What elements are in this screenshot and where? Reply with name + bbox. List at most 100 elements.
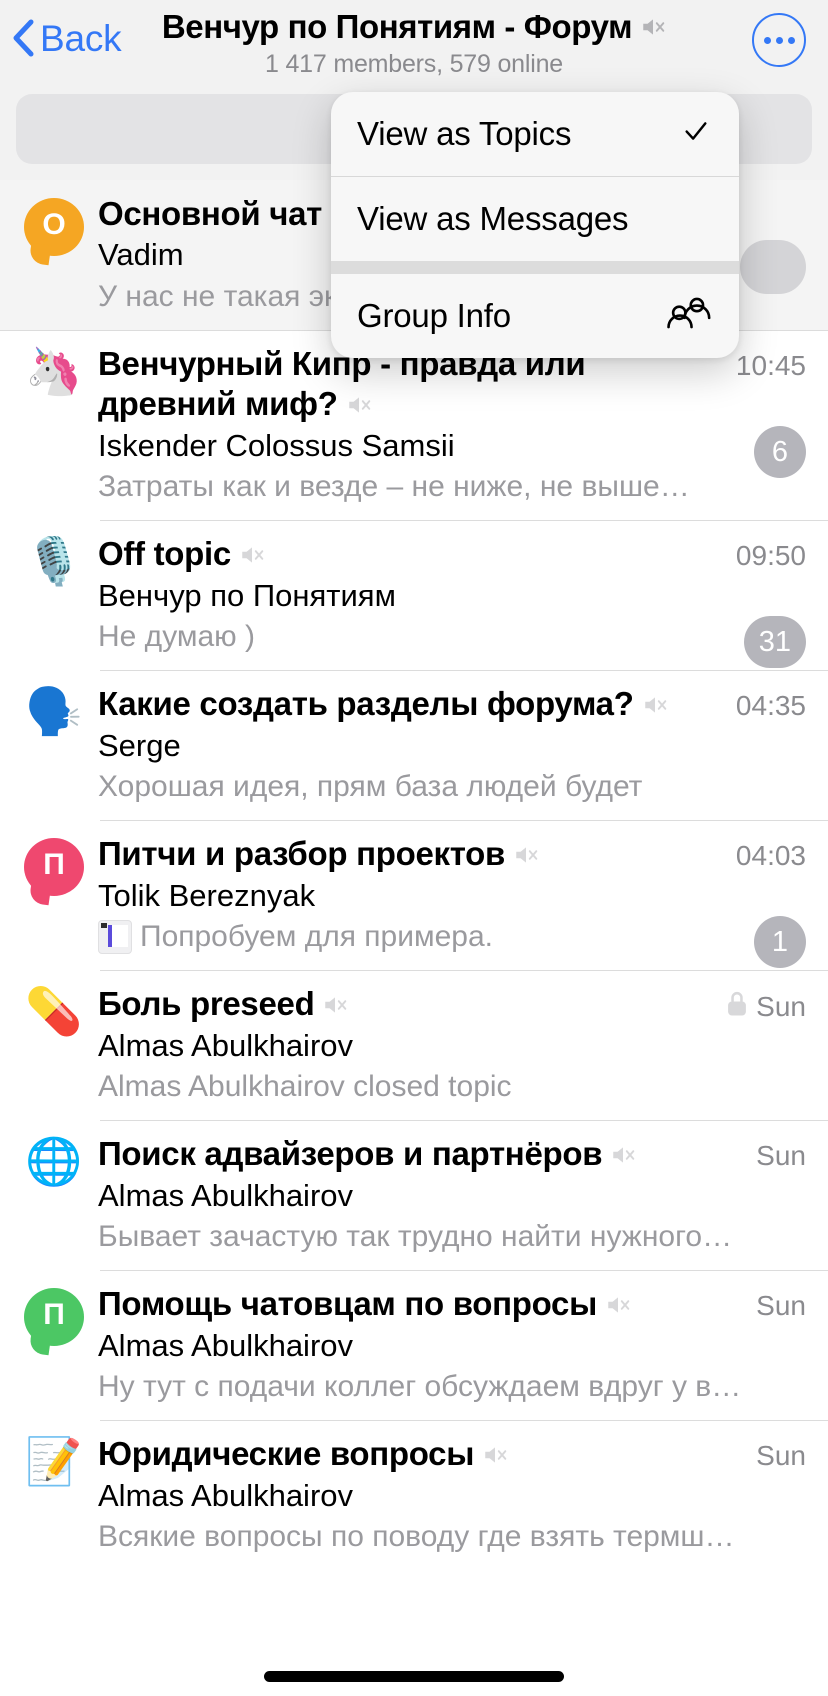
message-preview-row: Almas Abulkhairov closed topic [98, 1067, 806, 1106]
message-preview-row: Бывает зачастую так трудно найти нужного… [98, 1217, 806, 1256]
monogram-avatar: П [24, 1288, 84, 1347]
topic-body: Юридические вопросы Sun Almas Abulkhairov В… [90, 1434, 806, 1556]
topic-list: О Основной чат Vadim У нас не такая эк… 🦄 Вен… [0, 180, 828, 1571]
topic-body: Поиск адвайзеров и партнёров Sun Almas Abu… [90, 1134, 806, 1256]
timestamp: Sun [756, 1140, 806, 1172]
telegram-forum-screen: Back Венчур по Понятиям - Форум 1 417 me… [0, 0, 828, 1696]
unread-badge: 31 [743, 616, 806, 669]
topic-body: Венчурный Кипр - правда или древний миф?… [90, 344, 806, 506]
message-preview-row: Хорошая идея, прям база людей будет [98, 767, 806, 806]
message-preview-row: Попробуем для примера. [98, 917, 806, 956]
topic-row[interactable]: 🎙️ Off topic 09:50 Венчур по Понятиям Не дум… [0, 520, 828, 670]
avatar: 🌐 [18, 1134, 90, 1256]
mute-icon [605, 1292, 631, 1323]
timestamp: 04:03 [735, 840, 806, 872]
topic-row[interactable]: 💊 Боль preseed Sun Almas Abulkhairov Almas A… [0, 970, 828, 1120]
topic-row[interactable]: П Помощь чатовцам по вопросы Sun Almas Abul… [0, 1270, 828, 1420]
monogram-avatar: П [24, 838, 84, 897]
menu-item-label: View as Topics [357, 115, 572, 152]
back-button[interactable]: Back [0, 10, 122, 66]
topic-meta: Sun [711, 984, 806, 1023]
message-preview: Ну тут с подачи коллег обсуждаем вдруг у… [98, 1370, 742, 1404]
message-preview-row: Всякие вопросы по поводу где взять термш… [98, 1517, 806, 1556]
topic-title: Основной чат [98, 195, 323, 232]
menu-item-label: View as Messages [357, 200, 629, 237]
message-author: Венчур по Понятиям [98, 577, 396, 613]
topic-title-wrap: Боль preseed [98, 984, 711, 1024]
timestamp: 09:50 [735, 540, 806, 572]
topic-meta: 04:03 [722, 834, 806, 872]
avatar: 🦄 [18, 344, 90, 506]
menu-item-view-as-messages[interactable]: View as Messages [331, 177, 739, 261]
more-options-button[interactable] [752, 13, 806, 67]
message-preview: Бывает зачастую так трудно найти нужного… [98, 1220, 733, 1254]
message-preview-row: Ну тут с подачи коллег обсуждаем вдруг у… [98, 1367, 806, 1406]
topic-body: Питчи и разбор проектов 04:03 Tolik Berezn… [90, 834, 806, 956]
topic-title: Питчи и разбор проектов [98, 835, 505, 873]
emoji-avatar: 🦄 [25, 345, 83, 397]
topic-row[interactable]: П Питчи и разбор проектов 04:03 Tolik Berez… [0, 820, 828, 970]
menu-item-label: Group Info [357, 297, 511, 334]
emoji-avatar: 🎙️ [25, 535, 83, 588]
avatar: 🎙️ [18, 534, 90, 656]
check-icon [679, 117, 713, 151]
timestamp: Sun [756, 1440, 806, 1472]
mute-icon [640, 14, 666, 45]
topic-title-wrap: Юридические вопросы [98, 1434, 742, 1474]
topic-title-wrap: Какие создать разделы форума? [98, 684, 722, 724]
message-author: Almas Abulkhairov [98, 1327, 354, 1363]
menu-item-view-as-topics[interactable]: View as Topics [331, 92, 739, 176]
message-preview-row: Затраты как и везде – не ниже, не выше… [98, 467, 806, 506]
back-label: Back [40, 17, 122, 59]
topic-title: Поиск адвайзеров и партнёров [98, 1135, 603, 1173]
pinned-row-badge [740, 240, 806, 294]
message-preview: Всякие вопросы по поводу где взять термш… [98, 1520, 735, 1554]
menu-item-group-info[interactable]: Group Info [331, 274, 739, 358]
monogram-avatar: О [24, 198, 84, 256]
emoji-avatar: 🗣️ [25, 685, 83, 738]
ellipsis-dot [763, 36, 771, 44]
message-author: Almas Abulkhairov [98, 1027, 354, 1063]
message-preview: Almas Abulkhairov closed topic [98, 1070, 512, 1104]
avatar: П [18, 834, 90, 956]
message-author: Almas Abulkhairov [98, 1177, 354, 1213]
topic-body: Какие создать разделы форума? 04:35 Serge Х… [90, 684, 806, 806]
emoji-avatar: 💊 [25, 985, 83, 1038]
mute-icon [322, 992, 348, 1023]
avatar: 💊 [18, 984, 90, 1106]
topic-row[interactable]: 🗣️ Какие создать разделы форума? 04:35 Serg… [0, 670, 828, 820]
avatar-letter: О [42, 208, 66, 241]
topic-meta: 09:50 [722, 534, 806, 572]
topic-title-wrap: Поиск адвайзеров и партнёров [98, 1134, 742, 1174]
ellipsis-dot [787, 36, 795, 44]
topic-title: Юридические вопросы [98, 1435, 475, 1473]
avatar-letter: П [43, 848, 65, 882]
avatar-letter: П [43, 1298, 65, 1332]
timestamp: Sun [756, 1290, 806, 1322]
avatar: О [18, 194, 90, 316]
timestamp: 10:45 [735, 350, 806, 381]
attachment-thumbnail-icon [98, 919, 132, 954]
avatar: 🗣️ [18, 684, 90, 806]
message-preview: Попробуем для примера. [140, 920, 493, 954]
mute-icon [642, 692, 668, 723]
topic-row[interactable]: 📝 Юридические вопросы Sun Almas Abulkhairov… [0, 1420, 828, 1570]
message-author: Serge [98, 727, 181, 763]
emoji-avatar: 🌐 [25, 1135, 83, 1188]
topic-title-wrap: Помощь чатовцам по вопросы [98, 1284, 742, 1324]
unread-badge: 6 [754, 426, 806, 478]
chevron-left-icon [12, 19, 34, 57]
menu-group-divider [331, 261, 739, 274]
message-author: Tolik Bereznyak [98, 877, 316, 913]
mute-icon [239, 542, 265, 573]
topic-row[interactable]: 🦄 Венчурный Кипр - правда или древний миф… [0, 330, 828, 520]
mute-icon [346, 392, 372, 423]
topic-meta: 10:45 [722, 344, 806, 382]
topic-title-wrap: Питчи и разбор проектов [98, 834, 722, 874]
nav-title-block: Венчур по Понятиям - Форум 1 417 members… [0, 8, 828, 79]
topic-row[interactable]: 🌐 Поиск адвайзеров и партнёров Sun Almas Ab… [0, 1120, 828, 1270]
message-preview: Не думаю ) [98, 620, 255, 654]
topic-body: Помощь чатовцам по вопросы Sun Almas Abulk… [90, 1284, 806, 1406]
topic-title: Какие создать разделы форума? [98, 685, 634, 723]
topic-title-wrap: Off topic [98, 534, 722, 574]
